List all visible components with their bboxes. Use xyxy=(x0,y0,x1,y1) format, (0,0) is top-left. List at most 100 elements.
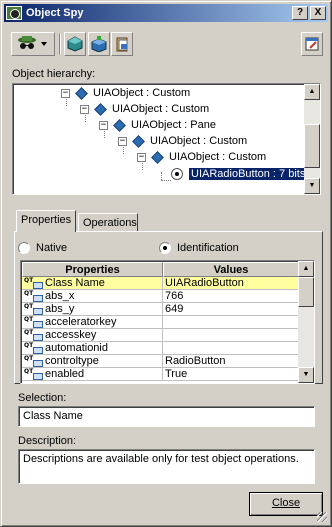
scroll-up-icon[interactable]: ▲ xyxy=(298,261,314,277)
identification-radio-circle[interactable] xyxy=(159,242,171,254)
hierarchy-node[interactable]: − UIAObject : Pane xyxy=(99,117,216,133)
description-field[interactable]: Descriptions are available only for test… xyxy=(18,449,315,484)
hierarchy-node-label: UIAObject : Pane xyxy=(131,119,216,131)
hierarchy-node[interactable]: − UIAObject : Custom xyxy=(80,101,209,117)
scroll-thumb[interactable] xyxy=(304,124,320,168)
close-button-label: Close xyxy=(271,497,301,509)
property-value xyxy=(163,329,299,342)
uia-object-icon xyxy=(132,134,145,148)
collapse-toggle-icon[interactable]: − xyxy=(99,120,108,130)
hierarchy-node-label: UIARadioButton : 7 bits xyxy=(189,168,308,180)
properties-grid[interactable]: Properties Values QT Class Name UIARadioB… xyxy=(20,260,315,384)
object-hierarchy-label: Object hierarchy: xyxy=(12,68,96,80)
title-bar[interactable]: Object Spy ? X xyxy=(4,4,328,22)
table-row[interactable]: QT Class Name UIARadioButton xyxy=(22,277,299,290)
table-row[interactable]: QT abs_y 649 xyxy=(22,303,299,316)
object-hierarchy-tree[interactable]: − UIAObject : Custom − UIAObject : Custo… xyxy=(12,83,321,195)
property-value: 766 xyxy=(163,290,299,303)
hierarchy-node-label: UIAObject : Custom xyxy=(93,87,191,99)
scroll-down-icon[interactable]: ▼ xyxy=(304,178,320,194)
test-object-property-icon: QT xyxy=(24,317,43,328)
add-object-icon xyxy=(67,36,83,52)
table-row[interactable]: QT controltype RadioButton xyxy=(22,355,299,368)
property-name: enabled xyxy=(45,368,85,380)
spy-pointing-button[interactable] xyxy=(11,32,55,56)
test-object-property-icon: QT xyxy=(24,304,43,315)
tab-properties[interactable]: Properties xyxy=(16,210,76,232)
test-object-property-icon: QT xyxy=(24,369,43,380)
collapse-toggle-icon[interactable]: − xyxy=(118,136,127,146)
property-value: 649 xyxy=(163,303,299,316)
keep-on-top-button[interactable] xyxy=(301,32,323,56)
close-button[interactable]: Close xyxy=(249,492,323,516)
grid-scrollbar[interactable]: ▲ ▼ xyxy=(298,261,314,383)
object-spy-window: Object Spy ? X Object hierarchy: − UIAOb… xyxy=(0,0,332,527)
add-all-objects-icon xyxy=(91,36,107,52)
collapse-toggle-icon[interactable]: − xyxy=(61,88,70,98)
column-header-values[interactable]: Values xyxy=(163,262,299,277)
property-name: controltype xyxy=(45,355,99,367)
uia-object-icon xyxy=(94,102,107,116)
identification-radio-label: Identification xyxy=(177,242,239,254)
property-name: abs_y xyxy=(45,303,75,315)
uia-object-icon xyxy=(113,118,126,132)
table-row[interactable]: QT enabled True xyxy=(22,368,299,381)
toolbar-separator xyxy=(59,34,61,54)
hierarchy-node[interactable]: − UIAObject : Custom xyxy=(137,149,266,165)
hierarchy-node-label: UIAObject : Custom xyxy=(150,135,248,147)
description-label: Description: xyxy=(18,435,77,447)
scroll-up-icon[interactable]: ▲ xyxy=(304,84,320,100)
tree-connector xyxy=(161,172,162,180)
collapse-toggle-icon[interactable]: − xyxy=(80,104,89,114)
help-button[interactable]: ? xyxy=(292,6,308,20)
toolbar xyxy=(11,32,323,58)
selection-field[interactable]: Class Name xyxy=(18,406,315,427)
clipboard-icon xyxy=(116,37,128,52)
uia-object-icon xyxy=(75,86,88,100)
test-object-property-icon: QT xyxy=(24,291,43,302)
property-value xyxy=(163,342,299,355)
keep-on-top-icon xyxy=(305,37,319,51)
identification-radio[interactable]: Identification xyxy=(159,242,239,254)
property-name: Class Name xyxy=(45,277,105,289)
hierarchy-node[interactable]: − UIAObject : Custom xyxy=(118,133,247,149)
hierarchy-scrollbar[interactable]: ▲ ▼ xyxy=(304,84,320,194)
test-object-property-icon: QT xyxy=(24,356,43,367)
hierarchy-node-label: UIAObject : Custom xyxy=(112,103,210,115)
test-object-property-icon: QT xyxy=(24,343,43,354)
table-row[interactable]: QT abs_x 766 xyxy=(22,290,299,303)
property-value: UIARadioButton xyxy=(163,277,299,290)
hierarchy-node-selected[interactable]: UIARadioButton : 7 bits xyxy=(171,166,308,182)
property-value: RadioButton xyxy=(163,355,299,368)
grid-header: Properties Values xyxy=(22,262,299,277)
copy-to-clipboard-button[interactable] xyxy=(111,32,133,56)
property-name: acceleratorkey xyxy=(45,316,117,328)
hierarchy-node-label: UIAObject : Custom xyxy=(169,151,267,163)
resize-grip-icon[interactable] xyxy=(317,512,327,522)
collapse-toggle-icon[interactable]: − xyxy=(137,152,146,162)
table-row[interactable]: QT accesskey xyxy=(22,329,299,342)
property-value: True xyxy=(163,368,299,381)
radio-button-icon xyxy=(171,168,183,180)
scroll-down-icon[interactable]: ▼ xyxy=(298,367,314,383)
tree-connector xyxy=(161,180,171,181)
spy-icon xyxy=(18,36,47,49)
table-row[interactable]: QT acceleratorkey xyxy=(22,316,299,329)
object-spy-app-icon xyxy=(6,6,22,20)
property-name: automationid xyxy=(45,342,108,354)
test-object-property-icon: QT xyxy=(24,330,43,341)
add-object-button[interactable] xyxy=(64,32,86,56)
native-radio-circle[interactable] xyxy=(18,242,30,254)
native-radio-label: Native xyxy=(36,242,68,254)
uia-object-icon xyxy=(151,150,164,164)
scroll-thumb[interactable] xyxy=(298,277,314,307)
property-name: accesskey xyxy=(45,329,97,341)
table-row[interactable]: QT automationid xyxy=(22,342,299,355)
window-close-button[interactable]: X xyxy=(310,6,326,20)
hierarchy-node[interactable]: − UIAObject : Custom xyxy=(61,85,190,101)
tab-operations[interactable]: Operations xyxy=(78,213,138,232)
column-header-properties[interactable]: Properties xyxy=(22,262,163,277)
native-radio[interactable]: Native xyxy=(18,242,67,254)
property-name: abs_x xyxy=(45,290,75,302)
add-all-objects-button[interactable] xyxy=(88,32,110,56)
